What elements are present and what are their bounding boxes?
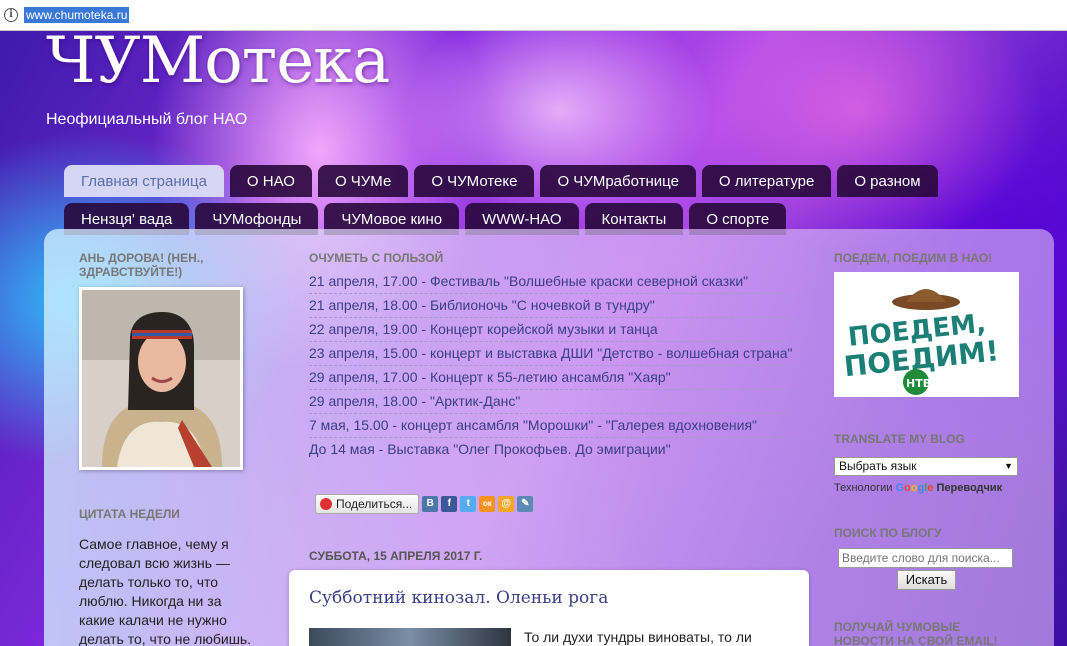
- greeting-title: АНЬ ДОРОВА! (НЕН., ЗДРАВСТВУЙТЕ!): [79, 251, 204, 279]
- tab-about-chum[interactable]: О ЧУМе: [317, 165, 409, 197]
- events-title: ОЧУМЕТЬ С ПОЛЬЗОЙ: [309, 251, 444, 265]
- vk-icon[interactable]: В: [422, 496, 439, 512]
- powered-suffix: Переводчик: [936, 482, 1003, 494]
- events-list: 21 апреля, 17.00 - Фестиваль "Волшебные …: [309, 270, 792, 461]
- google-logo-icon: G: [895, 482, 905, 494]
- powered-prefix: Технологии: [834, 482, 893, 494]
- search-button[interactable]: Искать: [897, 570, 956, 590]
- search-title: ПОИСК ПО БЛОГУ: [834, 526, 942, 540]
- twitter-icon[interactable]: t: [460, 496, 477, 512]
- nav-tabs: Главная страница О НАО О ЧУМе О ЧУМотеке…: [64, 165, 1044, 235]
- post-image[interactable]: [309, 628, 511, 646]
- language-select-value: Выбрать язык: [839, 459, 917, 473]
- event-item[interactable]: 23 апреля, 15.00 - концерт и выставка ДШ…: [309, 342, 792, 366]
- odnoklassniki-icon[interactable]: ок: [479, 496, 496, 512]
- google-logo-icon: o: [904, 482, 911, 494]
- tab-about-chumoteka[interactable]: О ЧУМотеке: [414, 165, 535, 197]
- quote-title: ЦИТАТА НЕДЕЛИ: [79, 507, 180, 521]
- blog-subtitle: Неофициальный блог НАО: [46, 111, 248, 128]
- subscribe-title: ПОЛУЧАЙ ЧУМОВЫЕ НОВОСТИ НА СВОЙ EMAIL!: [834, 620, 998, 646]
- google-logo-icon: e: [927, 482, 934, 494]
- share-label: Поделиться...: [336, 497, 413, 511]
- author-photo: [79, 287, 243, 470]
- ntv-banner[interactable]: ПОЕДЕМ, ПОЕДИМ! НТВ: [834, 272, 1019, 397]
- tab-about-nao[interactable]: О НАО: [229, 165, 312, 197]
- post-date: СУББОТА, 15 АПРЕЛЯ 2017 Г.: [309, 549, 483, 563]
- banner-logo: НТВ: [906, 377, 931, 390]
- event-item[interactable]: 29 апреля, 17.00 - Концерт к 55-летию ан…: [309, 366, 789, 390]
- language-select[interactable]: Выбрать язык ▼: [834, 457, 1018, 476]
- dropdown-arrow-icon: ▼: [1004, 461, 1013, 471]
- banner-title: ПОЕДЕМ, ПОЕДИМ В НАО!: [834, 251, 993, 265]
- livejournal-icon[interactable]: ✎: [517, 496, 534, 512]
- tab-about-author[interactable]: О ЧУМработнице: [540, 165, 696, 197]
- author-portrait-image: [82, 290, 240, 467]
- tab-literature[interactable]: О литературе: [701, 165, 832, 197]
- translate-title: TRANSLATE MY BLOG: [834, 432, 965, 446]
- event-item[interactable]: 21 апреля, 17.00 - Фестиваль "Волшебные …: [309, 270, 789, 294]
- event-item[interactable]: 7 мая, 15.00 - концерт ансамбля "Морошки…: [309, 414, 789, 438]
- banner-image: ПОЕДЕМ, ПОЕДИМ! НТВ: [834, 272, 1019, 397]
- share-icon: [320, 498, 332, 510]
- facebook-icon[interactable]: f: [441, 496, 458, 512]
- powered-by-google[interactable]: Технологии Google Переводчик: [834, 482, 1002, 494]
- info-icon[interactable]: i: [4, 8, 18, 22]
- quote-text: Самое главное, чему я следовал всю жизнь…: [79, 536, 252, 646]
- event-item[interactable]: 29 апреля, 18.00 - "Арктик-Данс": [309, 390, 789, 414]
- url-text[interactable]: www.chumoteka.ru: [24, 7, 130, 23]
- blog-title[interactable]: ЧУМотека: [46, 22, 390, 100]
- tab-misc[interactable]: О разном: [837, 165, 938, 197]
- event-item[interactable]: 21 апреля, 18.00 - Библионочь "С ночевко…: [309, 294, 789, 318]
- post-title[interactable]: Субботний кинозал. Оленьи рога: [309, 588, 608, 608]
- share-bar: Поделиться... В f t ок @ ✎: [315, 494, 534, 514]
- mailru-icon[interactable]: @: [498, 496, 515, 512]
- event-item[interactable]: До 14 мая - Выставка "Олег Прокофьев. До…: [309, 438, 789, 461]
- post-card: Субботний кинозал. Оленьи рога То ли дух…: [289, 570, 809, 646]
- event-item[interactable]: 22 апреля, 19.00 - Концерт корейской муз…: [309, 318, 789, 342]
- share-button[interactable]: Поделиться...: [315, 494, 420, 514]
- post-excerpt: То ли духи тундры виноваты, то ли: [524, 629, 752, 645]
- tab-home[interactable]: Главная страница: [64, 165, 224, 197]
- search-input[interactable]: [838, 548, 1013, 568]
